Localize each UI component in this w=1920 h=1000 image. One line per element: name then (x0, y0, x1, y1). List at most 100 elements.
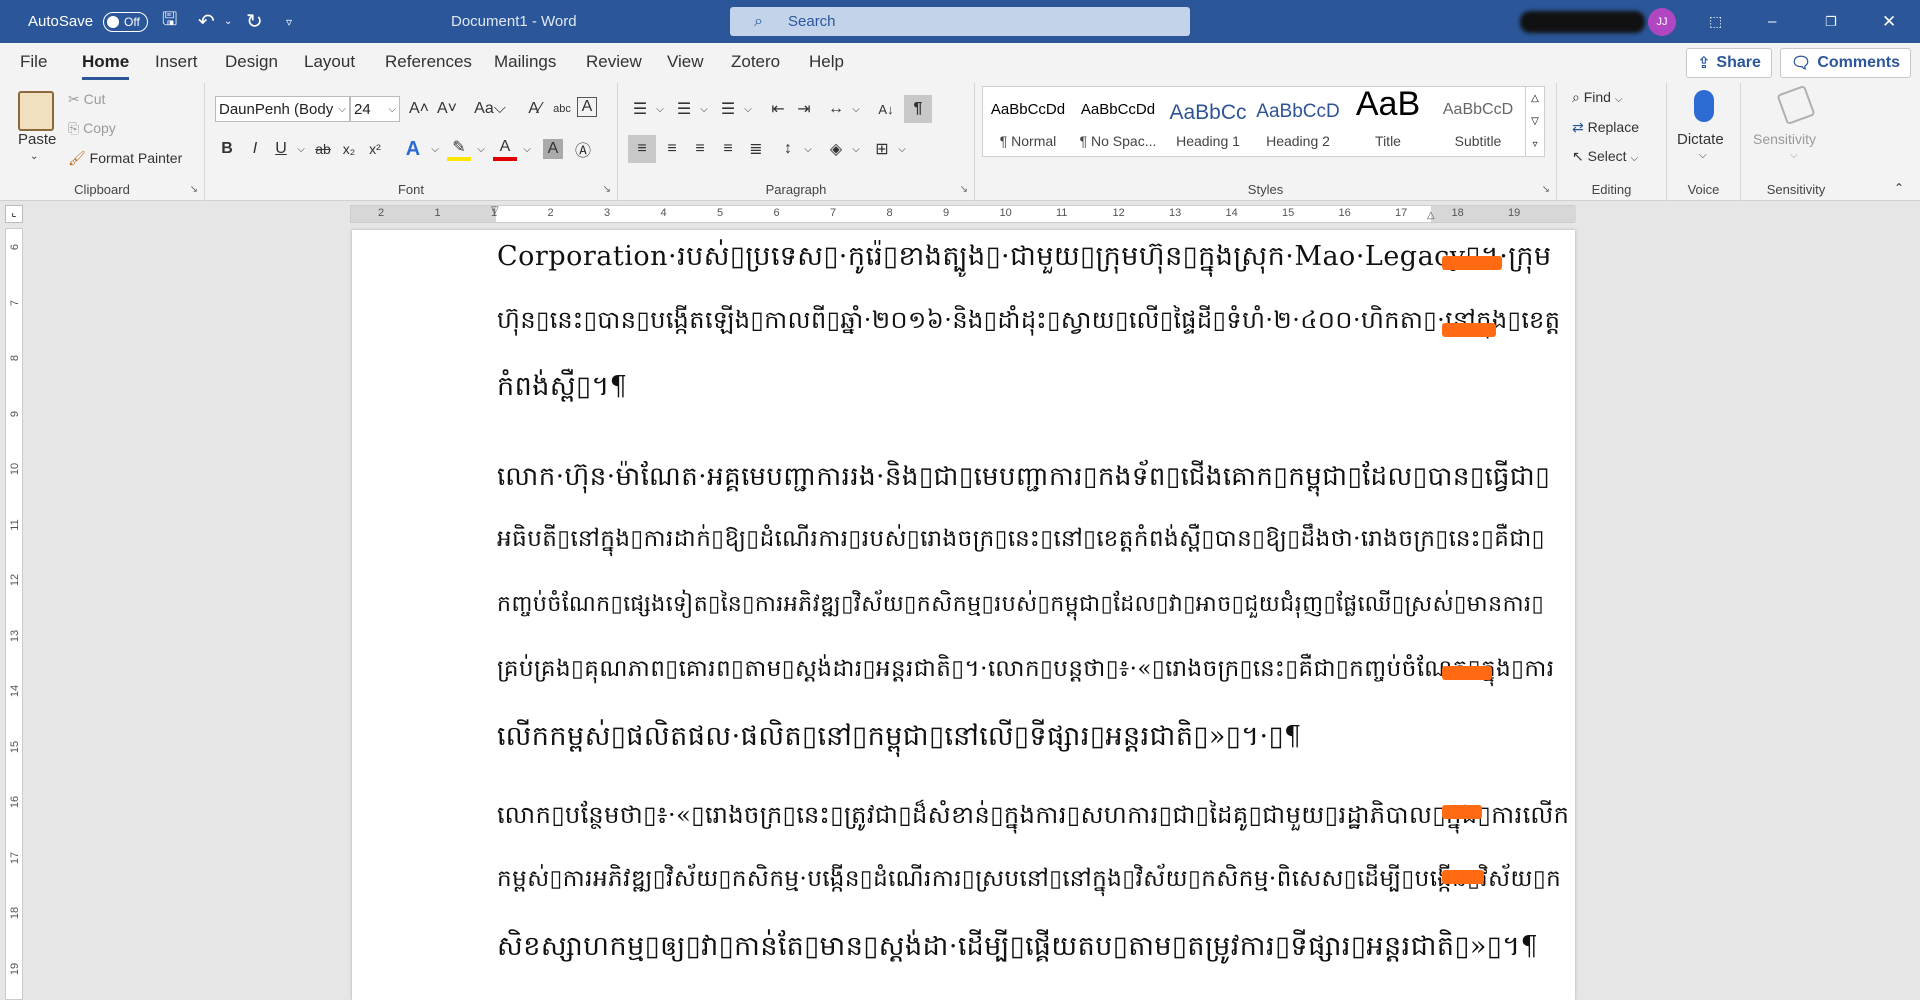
borders-dropdown-icon[interactable]: ⌵ (890, 137, 914, 161)
restore-icon[interactable]: ❐ (1825, 0, 1837, 43)
phonetic-guide-icon[interactable]: abc (550, 97, 574, 121)
copy-button[interactable]: ⎘ Copy (68, 120, 116, 137)
tab-selector-icon[interactable]: ⌞ (5, 205, 23, 223)
italic-icon[interactable]: I (243, 137, 267, 161)
horizontal-ruler[interactable]: ▽ △ 2 1 1 2 3 4 5 6 7 8 9 10 11 12 13 14 15 16 17 18 19 (350, 205, 1576, 223)
text-effects-icon[interactable]: A (401, 137, 425, 161)
tab-design[interactable]: Design (225, 52, 278, 72)
styles-scroll[interactable]: △ ▽ ▿ (1525, 86, 1545, 157)
paragraph-launcher-icon[interactable]: ↘ (960, 184, 968, 195)
subscript-icon[interactable]: x₂ (337, 137, 361, 161)
styles-launcher-icon[interactable]: ↘ (1542, 184, 1550, 195)
decrease-indent-icon[interactable]: ⇤ (766, 97, 790, 121)
scroll-down-icon[interactable]: ▽ (1526, 110, 1544, 133)
minimize-icon[interactable]: – (1768, 0, 1776, 43)
bullets-dropdown-icon[interactable]: ⌵ (648, 97, 672, 121)
shading-dropdown-icon[interactable]: ⌵ (844, 137, 868, 161)
multilevel-dropdown-icon[interactable]: ⌵ (736, 97, 760, 121)
scroll-up-icon[interactable]: △ (1526, 87, 1544, 110)
sensitivity-tag-icon[interactable] (1776, 84, 1816, 126)
more-styles-icon[interactable]: ▿ (1526, 133, 1544, 156)
format-painter-button[interactable]: 🖌 Format Painter (68, 150, 182, 167)
font-launcher-icon[interactable]: ↘ (603, 184, 611, 195)
vertical-ruler[interactable]: 6 7 8 9 10 11 12 13 14 15 16 17 18 19 (5, 228, 23, 1000)
distributed-icon[interactable]: ≣ (744, 137, 768, 161)
cut-button[interactable]: ✂ Cut (68, 91, 105, 108)
close-icon[interactable]: ✕ (1882, 0, 1896, 43)
strikethrough-icon[interactable]: ab (311, 137, 335, 161)
change-case-icon[interactable]: Aa⌵ (473, 97, 507, 121)
highlight-dropdown-icon[interactable]: ⌵ (469, 137, 493, 161)
microphone-icon[interactable] (1694, 90, 1714, 122)
style-heading-1[interactable]: AaBbCc Heading 1 (1163, 87, 1253, 156)
clear-formatting-icon[interactable]: A∕ (523, 97, 547, 121)
style-title[interactable]: AaB Title (1343, 85, 1433, 156)
replace-button[interactable]: ⇄ Replace (1572, 119, 1639, 136)
clipboard-launcher-icon[interactable]: ↘ (190, 184, 198, 195)
save-icon[interactable]: 🖫 (162, 0, 177, 43)
sensitivity-dropdown-icon[interactable]: ⌵ (1790, 150, 1798, 161)
find-button[interactable]: ⌕ Find ⌵ (1572, 89, 1622, 106)
tab-file[interactable]: File (20, 52, 47, 72)
style-subtitle[interactable]: AaBbCcD Subtitle (1433, 87, 1523, 156)
tab-insert[interactable]: Insert (155, 52, 198, 72)
character-border-icon[interactable]: A (577, 97, 597, 117)
align-center-icon[interactable]: ≡ (660, 137, 684, 161)
undo-dropdown-icon[interactable]: ⌄ (224, 0, 232, 43)
comments-button[interactable]: 🗨 Comments (1780, 48, 1911, 78)
text-effects-dropdown-icon[interactable]: ⌵ (423, 137, 447, 161)
shrink-font-icon[interactable]: A˅ (435, 97, 459, 121)
superscript-icon[interactable]: x² (363, 137, 387, 161)
paste-label[interactable]: Paste (18, 131, 56, 148)
right-indent-marker-icon[interactable]: △ (1427, 210, 1435, 221)
tab-layout[interactable]: Layout (304, 52, 355, 72)
show-formatting-marks-icon[interactable]: ¶ (904, 95, 932, 123)
ribbon: Paste ⌄ ✂ Cut ⎘ Copy 🖌 Format Painter Cl… (0, 83, 1920, 201)
collapse-ribbon-icon[interactable]: ⌃ (1894, 181, 1904, 195)
font-color-icon[interactable]: A (493, 137, 517, 161)
search-input[interactable]: ⌕ Search (730, 7, 1190, 36)
redo-icon[interactable]: ↻ (246, 0, 263, 43)
paste-icon[interactable] (18, 91, 54, 131)
autosave-toggle[interactable]: Off (103, 11, 148, 32)
font-color-dropdown-icon[interactable]: ⌵ (515, 137, 539, 161)
style-heading-2[interactable]: AaBbCcD Heading 2 (1253, 87, 1343, 156)
paste-dropdown-icon[interactable]: ⌄ (30, 151, 38, 162)
underline-dropdown-icon[interactable]: ⌵ (289, 137, 313, 161)
tab-view[interactable]: View (667, 52, 704, 72)
dictate-dropdown-icon[interactable]: ⌵ (1699, 150, 1707, 161)
customize-toolbar-icon[interactable]: ▿ (286, 0, 292, 43)
share-button[interactable]: ⇪ Share (1686, 48, 1772, 78)
sensitivity-label[interactable]: Sensitivity (1753, 131, 1816, 147)
character-shading-icon[interactable]: A (543, 139, 563, 159)
tab-home[interactable]: Home (82, 52, 130, 80)
ribbon-display-icon[interactable]: ⬚ (1709, 0, 1722, 43)
align-left-icon[interactable]: ≡ (628, 135, 656, 163)
enclose-characters-icon[interactable]: Ⓐ (571, 137, 595, 161)
justify-icon[interactable]: ≡ (716, 137, 740, 161)
text-direction-dropdown-icon[interactable]: ⌵ (844, 97, 868, 121)
document-page[interactable]: Corporation·របស់▯ប្រទេស▯·កូរ៉េ▯ខាងត្បូង▯… (352, 230, 1575, 1000)
tab-mailings[interactable]: Mailings (494, 52, 556, 72)
dictate-label[interactable]: Dictate (1677, 131, 1724, 148)
tab-references[interactable]: References (385, 52, 472, 72)
tab-help[interactable]: Help (809, 52, 844, 72)
style-normal[interactable]: AaBbCcDd ¶ Normal (983, 87, 1073, 156)
font-size-combo[interactable]: 24 ⌵ (350, 96, 400, 122)
line-spacing-dropdown-icon[interactable]: ⌵ (796, 137, 820, 161)
bold-icon[interactable]: B (215, 137, 239, 161)
tab-review[interactable]: Review (586, 52, 642, 72)
grow-font-icon[interactable]: A˄ (407, 97, 431, 121)
undo-icon[interactable]: ↶ (198, 0, 215, 43)
tab-zotero[interactable]: Zotero (731, 52, 780, 72)
autosave[interactable]: AutoSave Off (28, 0, 148, 43)
font-name-combo[interactable]: DaunPenh (Body ⌵ (215, 96, 350, 122)
highlight-icon[interactable]: ✎ (447, 137, 471, 161)
style-no-spac[interactable]: AaBbCcDd ¶ No Spac... (1073, 87, 1163, 156)
select-button[interactable]: ↖ Select ⌵ (1572, 148, 1638, 165)
sort-icon[interactable]: A↓ (874, 97, 898, 121)
increase-indent-icon[interactable]: ⇥ (792, 97, 816, 121)
align-right-icon[interactable]: ≡ (688, 137, 712, 161)
avatar[interactable]: JJ (1648, 8, 1676, 36)
numbering-dropdown-icon[interactable]: ⌵ (692, 97, 716, 121)
